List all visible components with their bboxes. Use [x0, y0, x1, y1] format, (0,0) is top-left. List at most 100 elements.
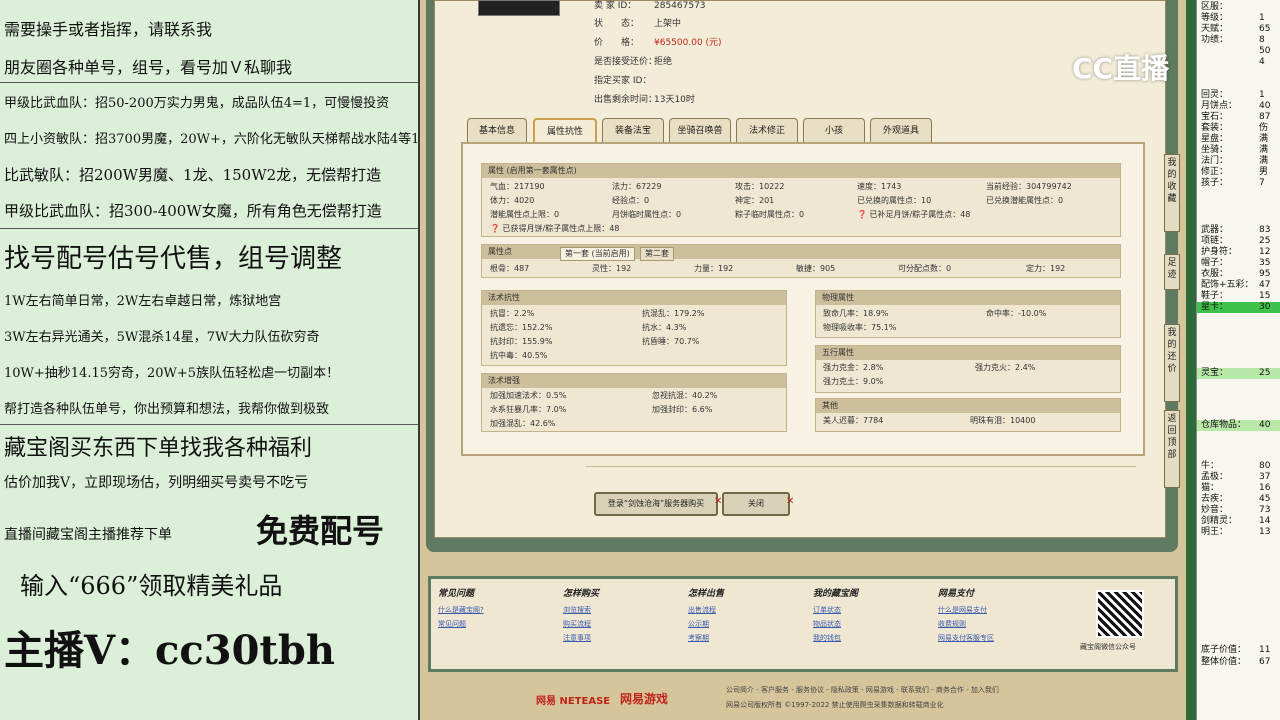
five-elements-cell: 强力克金：2.8%	[823, 363, 884, 372]
footer-link[interactable]: 购买流程	[563, 617, 599, 631]
stats-key: 月饼点：	[1201, 101, 1238, 111]
buyer-id-label: 指定买家 ID：	[594, 76, 652, 86]
stats-row: 坐骑： 满	[1197, 145, 1280, 156]
stats-key: 孟极：	[1201, 472, 1229, 482]
side-tab-footprint[interactable]: 足迹	[1164, 254, 1180, 290]
stats-row	[1197, 79, 1280, 90]
stats-key: 法门：	[1201, 156, 1229, 166]
stats-row: 月饼点： 40	[1197, 101, 1280, 112]
resist-cell: 抗中毒：40.5%	[490, 351, 548, 360]
footer-link[interactable]: 什么是藏宝阁?	[438, 603, 484, 617]
footer-link[interactable]: 网易支付客服专区	[938, 631, 994, 645]
footer-link[interactable]: 我的钱包	[813, 631, 858, 645]
ad-line: 需要操手或者指挥，请联系我	[4, 20, 213, 39]
spell-resist-title: 法术抗性	[482, 291, 786, 305]
stats-key: 套装：	[1201, 123, 1229, 133]
stats-row: 套装： 伤	[1197, 123, 1280, 134]
footer-link[interactable]: 浏览搜索	[563, 603, 599, 617]
footer-link[interactable]: 什么是网易支付	[938, 603, 994, 617]
stats-key: 仓库物品：	[1201, 420, 1247, 430]
stats-key: 天赋：	[1201, 24, 1229, 34]
close-icon[interactable]: ✕	[786, 496, 794, 507]
other-cell: 明珠有泪：10400	[970, 416, 1036, 425]
stats-key: 剑精灵：	[1201, 516, 1238, 526]
side-tab-back-to-top[interactable]: 返回顶部	[1164, 410, 1180, 488]
footer-col-title: 常见问题	[438, 589, 475, 599]
side-tab-favorites[interactable]: 我的收藏	[1164, 154, 1180, 232]
footer-link[interactable]: 物品状态	[813, 617, 858, 631]
stats-value: 30	[1259, 302, 1271, 312]
stats-value: 45	[1259, 494, 1271, 504]
footer-col-title: 网易支付	[938, 589, 975, 599]
help-icon[interactable]: ❓	[857, 210, 867, 219]
stats-value: 12	[1259, 247, 1271, 257]
attr-cell: 潜能属性点上限：0	[490, 210, 560, 219]
stats-key: 鞋子：	[1201, 291, 1229, 301]
tab-child[interactable]: 小孩	[803, 118, 865, 143]
tab-appearance[interactable]: 外观道具	[870, 118, 932, 143]
side-tab-my-counter-offers[interactable]: 我的还价	[1164, 324, 1180, 402]
stats-value: 7	[1259, 178, 1265, 188]
footer-link[interactable]: 常见问题	[438, 617, 484, 631]
stats-row: 法门： 满	[1197, 156, 1280, 167]
enhance-cell: 加强混乱：42.6%	[490, 419, 556, 428]
tab-mounts-summons[interactable]: 坐骑召唤兽	[669, 118, 731, 143]
remain-time-label: 出售剩余时间：	[594, 95, 658, 105]
stats-panel: 区服： 等级： 1 天赋： 65 功绩： 8 50 4 回灵： 1 月饼点： 40 宝石： 87 套装： 伤星盘…	[1196, 0, 1280, 720]
attr-cell: 气血：217190	[490, 182, 545, 191]
remain-time-row: 出售剩余时间：13天10时	[594, 92, 695, 105]
enhance-cell: 加强加速法术：0.5%	[490, 391, 567, 400]
tab-attributes[interactable]: 属性抗性	[533, 118, 597, 144]
price-label: 价 格：	[594, 38, 640, 48]
five-elements-title: 五行属性	[816, 346, 1120, 360]
stats-key: 整体价值：	[1201, 657, 1247, 667]
points-subtab-first[interactable]: 第一套 (当前启用)	[560, 247, 635, 261]
enhance-cell: 忽视抗混：40.2%	[652, 391, 718, 400]
physical-title: 物理属性	[816, 291, 1120, 305]
close-button[interactable]: 关闭	[722, 492, 790, 516]
counter-offer-value: 拒绝	[654, 57, 673, 67]
bottom-links[interactable]: 公司简介 - 客户服务 - 服务协议 - 隐私政策 - 网易游戏 - 联系我们 …	[726, 685, 999, 695]
footer-link[interactable]: 注意事项	[563, 631, 599, 645]
footer-link[interactable]: 收费规则	[938, 617, 994, 631]
tab-spell-modifiers[interactable]: 法术修正	[736, 118, 798, 143]
footer-col-title: 我的藏宝阁	[813, 589, 859, 599]
ad-line: 甲级比武血队：招300-400W女魔，所有角色无偿帮打造	[4, 202, 382, 220]
stats-value: 伤	[1259, 123, 1269, 133]
stats-key: 灵宝：	[1201, 368, 1229, 378]
footer-link[interactable]: 公示期	[688, 617, 724, 631]
stats-value: 4	[1259, 57, 1265, 67]
qr-caption: 藏宝阁微信公众号	[1080, 643, 1136, 651]
attr-cell: 已兑换的属性点：10	[857, 196, 932, 205]
help-icon[interactable]: ❓	[490, 224, 500, 233]
stats-value: 1	[1259, 90, 1265, 100]
tab-basic-info[interactable]: 基本信息	[467, 118, 527, 143]
stats-row: 孟极： 37	[1197, 472, 1280, 483]
status-value: 上架中	[654, 19, 682, 29]
footer-col-sell: 怎样出售 出售流程 公示期 考察期	[688, 586, 724, 645]
stats-row: 武器： 83	[1197, 225, 1280, 236]
footer-link[interactable]: 出售流程	[688, 603, 724, 617]
stats-value: 8	[1259, 35, 1265, 45]
ad-headline: 免费配号	[256, 512, 385, 550]
stats-value: 65	[1259, 24, 1271, 34]
tab-equipment[interactable]: 装备法宝	[602, 118, 664, 143]
stats-row: 50	[1197, 46, 1280, 57]
buy-on-server-button[interactable]: 登录“剑蚀沧海”服务器购买	[594, 492, 718, 516]
attr-cell: 法力：67229	[612, 182, 662, 191]
resist-cell: 抗封印：155.9%	[490, 337, 553, 346]
enhance-cell: 加强封印：6.6%	[652, 405, 713, 414]
status-row: 状 态： 上架中	[594, 16, 681, 29]
stats-row: 宝石： 87	[1197, 112, 1280, 123]
footer-link[interactable]: 考察期	[688, 631, 724, 645]
points-cell: 可分配点数：0	[898, 264, 952, 273]
footer-col-my: 我的藏宝阁 订单状态 物品状态 我的钱包	[813, 586, 858, 645]
footer-link[interactable]: 订单状态	[813, 603, 858, 617]
stats-value: 满	[1259, 134, 1269, 144]
points-subtab-second[interactable]: 第二套	[640, 247, 674, 261]
stats-key: 星卡：	[1201, 302, 1229, 312]
stats-value: 15	[1259, 291, 1271, 301]
stats-row: 鞋子： 15	[1197, 291, 1280, 302]
attr-cell: 体力：4020	[490, 196, 535, 205]
stats-row: 4	[1197, 57, 1280, 68]
